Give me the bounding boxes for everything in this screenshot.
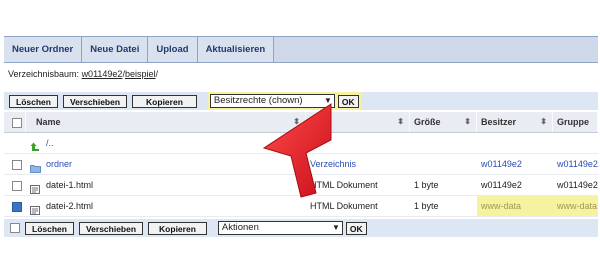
file-type: HTML Dokument (310, 180, 378, 190)
sort-icon: ⬍ (464, 117, 471, 126)
file-name-link[interactable]: ordner (46, 159, 72, 169)
chevron-down-icon: ▼ (331, 223, 340, 232)
breadcrumb: Verzeichnisbaum: w01149e2/beispiel/ (8, 69, 158, 79)
sort-icon: ⬍ (293, 117, 300, 126)
html-file-icon (30, 181, 40, 195)
ok-button[interactable]: OK (345, 221, 367, 235)
refresh-button[interactable]: Aktualisieren (197, 37, 275, 62)
file-name-link[interactable]: datei-1.html (46, 180, 93, 190)
table-row[interactable]: datei-2.html HTML Dokument 1 byte www-da… (4, 196, 598, 217)
highlighted-action-group: Besitzrechte (chown) ▼ OK (207, 92, 361, 110)
column-header-owner[interactable]: Besitzer ⬍ (477, 112, 553, 132)
select-all-checkbox[interactable] (12, 117, 22, 128)
chevron-down-icon: ▼ (323, 96, 332, 105)
row-checkbox[interactable] (12, 159, 22, 170)
parent-row[interactable]: /.. (4, 133, 598, 154)
delete-button[interactable]: Löschen (9, 94, 58, 108)
top-action-bar: Löschen Verschieben Kopieren Besitzrecht… (4, 92, 598, 110)
column-header-group[interactable]: Gruppe (553, 112, 598, 132)
file-size: 1 byte (414, 180, 439, 190)
file-group: w01149e2 (557, 159, 598, 169)
delete-button[interactable]: Löschen (25, 221, 74, 235)
move-button[interactable]: Verschieben (62, 94, 128, 108)
table-header: Name ⬍ Typ ⬍ Größe ⬍ Besitzer ⬍ Gruppe (4, 112, 598, 133)
new-folder-button[interactable]: Neuer Ordner (4, 37, 83, 62)
action-select-value: Besitzrechte (chown) (213, 95, 303, 106)
table-row[interactable]: ordner Verzeichnis w01149e2 w01149e2 (4, 154, 598, 175)
breadcrumb-label: Verzeichnisbaum: (8, 69, 80, 79)
breadcrumb-root-link[interactable]: w01149e2 (82, 69, 123, 79)
top-toolbar: Neuer Ordner Neue Datei Upload Aktualisi… (4, 36, 598, 63)
column-header-name[interactable]: Name ⬍ (26, 112, 306, 132)
file-name-link[interactable]: datei-2.html (46, 201, 93, 211)
file-size (410, 154, 477, 174)
copy-button[interactable]: Kopieren (148, 221, 207, 235)
new-file-button[interactable]: Neue Datei (82, 37, 149, 62)
action-select-value: Aktionen (221, 222, 259, 233)
file-type: Verzeichnis (310, 159, 357, 169)
row-checkbox[interactable] (12, 201, 22, 212)
move-button[interactable]: Verschieben (78, 221, 144, 235)
action-select-bottom[interactable]: Aktionen ▼ (217, 221, 343, 235)
file-table: Name ⬍ Typ ⬍ Größe ⬍ Besitzer ⬍ Gruppe /.. o… (4, 112, 598, 217)
copy-button[interactable]: Kopieren (132, 94, 197, 108)
sort-icon: ⬍ (397, 117, 404, 126)
breadcrumb-folder-link[interactable]: beispiel (125, 69, 156, 79)
file-size: 1 byte (414, 201, 439, 211)
breadcrumb-separator: / (155, 69, 158, 79)
bottom-action-bar: Löschen Verschieben Kopieren Aktionen ▼ … (4, 219, 598, 237)
up-arrow-icon (30, 139, 40, 152)
html-file-icon (30, 202, 40, 216)
file-group: w01149e2 (557, 180, 598, 190)
sort-icon: ⬍ (540, 117, 547, 126)
file-owner: www-data (477, 196, 553, 216)
column-header-size[interactable]: Größe ⬍ (410, 112, 477, 132)
ok-button[interactable]: OK (337, 94, 359, 108)
select-all-checkbox-bottom[interactable] (10, 223, 20, 233)
upload-button[interactable]: Upload (148, 37, 198, 62)
select-all-cell (4, 112, 26, 132)
folder-icon (30, 160, 41, 174)
parent-link[interactable]: /.. (46, 138, 54, 148)
file-owner: w01149e2 (481, 180, 522, 190)
file-group: www-data (553, 196, 598, 216)
column-header-type[interactable]: Typ ⬍ (306, 112, 410, 132)
action-select[interactable]: Besitzrechte (chown) ▼ (209, 94, 335, 108)
table-row[interactable]: datei-1.html HTML Dokument 1 byte w01149… (4, 175, 598, 196)
row-checkbox[interactable] (12, 180, 22, 191)
file-owner: w01149e2 (481, 159, 522, 169)
file-type: HTML Dokument (310, 201, 378, 211)
